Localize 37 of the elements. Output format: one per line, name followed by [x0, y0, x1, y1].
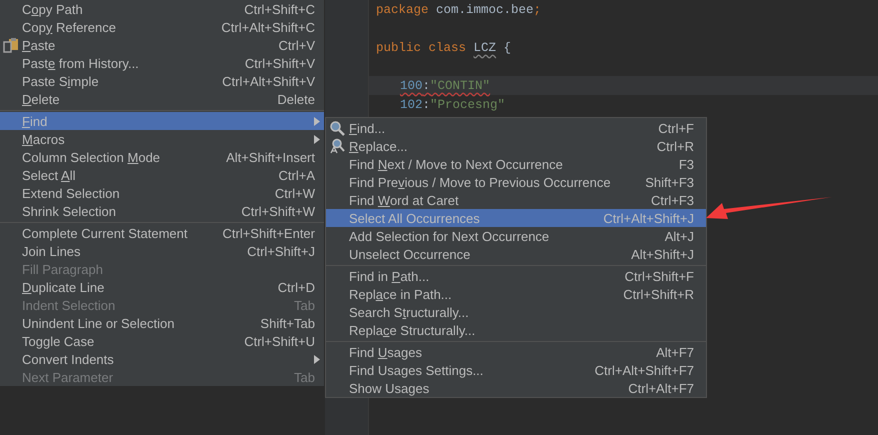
menu-item[interactable]: Show Usages Ctrl+Alt+F7 — [326, 379, 706, 397]
menu-item[interactable]: Find in Path... Ctrl+Shift+F — [326, 267, 706, 285]
menu-item[interactable]: Replace Structurally... — [326, 321, 706, 339]
menu-item[interactable]: Replace... Ctrl+R — [326, 137, 706, 155]
code-line: public class LCZ { — [375, 40, 512, 56]
menu-item[interactable]: Column Selection Mode Alt+Shift+Insert — [0, 148, 324, 166]
menu-item[interactable]: Search Structurally... — [326, 303, 706, 321]
menu-item[interactable]: Unindent Line or Selection Shift+Tab — [0, 314, 324, 332]
menu-item[interactable]: Find Word at Caret Ctrl+F3 — [326, 191, 706, 209]
menu-item[interactable]: Paste from History... Ctrl+Shift+V — [0, 54, 324, 72]
clipboard-icon — [3, 37, 19, 53]
menu-item[interactable]: Find Usages Alt+F7 — [326, 343, 706, 361]
menu-item[interactable]: Find... Ctrl+F — [326, 119, 706, 137]
menu-item[interactable]: Toggle Case Ctrl+Shift+U — [0, 332, 324, 350]
menu-item[interactable]: Duplicate Line Ctrl+D — [0, 278, 324, 296]
menu-item[interactable]: Find Usages Settings... Ctrl+Alt+Shift+F7 — [326, 361, 706, 379]
search-icon — [329, 120, 345, 136]
menu-item[interactable]: Paste Ctrl+V — [0, 36, 324, 54]
menu-item[interactable]: Find Previous / Move to Previous Occurrence Shift+F3 — [326, 173, 706, 191]
menu-item[interactable]: Add Selection for Next Occurrence Alt+J — [326, 227, 706, 245]
replace-icon — [329, 138, 345, 154]
menu-item[interactable]: Copy Path Ctrl+Shift+C — [0, 0, 324, 18]
menu-item[interactable]: Select All Ctrl+A — [0, 166, 324, 184]
menu-item[interactable]: Paste Simple Ctrl+Alt+Shift+V — [0, 72, 324, 90]
menu-item[interactable]: Extend Selection Ctrl+W — [0, 184, 324, 202]
menu-item[interactable]: Copy Reference Ctrl+Alt+Shift+C — [0, 18, 324, 36]
menu-item[interactable]: Find Next / Move to Next Occurrence F3 — [326, 155, 706, 173]
menu-item[interactable]: Unselect Occurrence Alt+Shift+J — [326, 245, 706, 263]
menu-item[interactable]: Delete Delete — [0, 90, 324, 108]
menu-item[interactable]: Macros — [0, 130, 324, 148]
code-line: package com.immoc.bee; — [375, 2, 542, 18]
menu-item[interactable]: Replace in Path... Ctrl+Shift+R — [326, 285, 706, 303]
menu-item[interactable]: Complete Current Statement Ctrl+Shift+Enter — [0, 224, 324, 242]
menu-item[interactable]: Join Lines Ctrl+Shift+J — [0, 242, 324, 260]
code-line: 102:"Procesng" — [399, 96, 506, 114]
menu-item[interactable]: Shrink Selection Ctrl+Shift+W — [0, 202, 324, 220]
menu-item[interactable]: Convert Indents — [0, 350, 324, 368]
